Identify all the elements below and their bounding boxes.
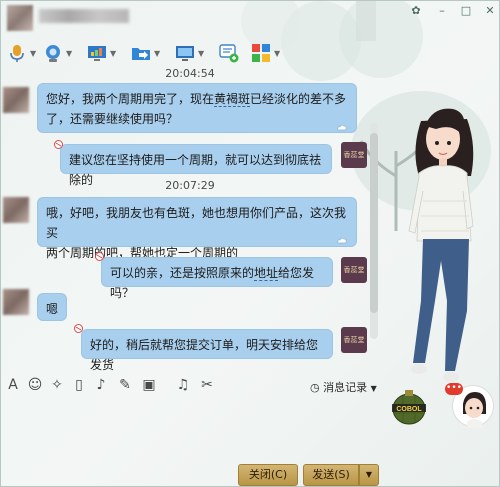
top-toolbar: ▼ ▼ ▼ ▼ ▼ ▼: [1, 39, 371, 67]
chevron-down-icon: ▼: [370, 384, 377, 393]
microphone-icon: [10, 45, 24, 62]
message-timestamp: 20:07:29: [165, 179, 215, 192]
message-history-label: 消息记录: [323, 381, 368, 394]
cobol-label: COBOL: [396, 406, 422, 413]
screen-share-button[interactable]: ▼: [87, 41, 116, 65]
voice-icon[interactable]: ♪: [93, 377, 109, 393]
shop-message: 建议您在坚持使用一个周期，就可以达到彻底祛除的: [60, 144, 332, 187]
message-keyword: 地址: [254, 266, 279, 281]
remote-desktop-icon: [176, 46, 194, 61]
edit-icon[interactable]: ✎: [117, 377, 133, 393]
message-keyword: 黄褐斑: [214, 92, 251, 107]
shop-avatar[interactable]: 香蕊堂: [341, 327, 367, 353]
contact-name: [39, 9, 129, 23]
input-toolbar: A ☺ ✧ ▯ ♪ ✎ ▣ ♫ ✂ ◷ 消息记录 ▼: [1, 371, 379, 401]
emoji-icon[interactable]: ☺: [27, 377, 43, 393]
chevron-down-icon[interactable]: ▼: [154, 49, 160, 58]
chevron-down-icon[interactable]: ▼: [30, 49, 36, 58]
shop-avatar[interactable]: 香蕊堂: [341, 142, 367, 168]
ribbon-sticker-icon: [95, 252, 104, 261]
chevron-down-icon[interactable]: ▼: [274, 49, 280, 58]
message-text: 好的，稍后就帮您提交订单，明天安排给您发货: [90, 338, 319, 372]
chevron-down-icon[interactable]: ▼: [198, 49, 204, 58]
font-icon[interactable]: A: [5, 377, 21, 393]
message-text: 已经淡化的差不多: [250, 92, 347, 106]
folder-transfer-icon: [132, 48, 150, 60]
image-icon[interactable]: ▣: [141, 377, 157, 393]
customer-avatar[interactable]: [3, 87, 29, 113]
apps-icon: [252, 44, 270, 62]
shop-message: 可以的亲，还是按照原来的地址给您发吗？: [101, 257, 333, 300]
chat-window: ✿ – □ ✕ ▼ ▼ ▼ ▼ ▼ ▼ 20:04:54 您好，我两个周期用完了…: [0, 0, 500, 487]
send-button[interactable]: 发送(S): [303, 464, 359, 486]
clock-icon: ◷: [310, 381, 320, 394]
cloud-sticker-icon: [337, 124, 347, 131]
customer-message: 哦，好吧，我朋友也有色斑，她也想用你们产品，这次我买 两个周期的吧，帮她也定一个…: [37, 197, 357, 260]
shop-avatar[interactable]: 香蕊堂: [341, 257, 367, 283]
camera-icon: [46, 45, 60, 62]
message-text: 了，还需要继续使用吗？: [46, 112, 179, 126]
apps-button[interactable]: ▼: [251, 41, 280, 65]
magic-wand-icon[interactable]: ✧: [49, 377, 65, 393]
chat-message-area[interactable]: 20:04:54 您好，我两个周期用完了，现在黄褐斑已经淡化的差不多 了，还需要…: [1, 67, 379, 372]
customer-avatar[interactable]: [3, 197, 29, 223]
group-chat-button[interactable]: [219, 41, 239, 65]
chat-scrollbar[interactable]: [370, 123, 378, 339]
message-text: 可以的亲，还是按照原来的: [110, 266, 255, 280]
screen-share-icon: [88, 46, 106, 61]
shop-message: 好的，稍后就帮您提交订单，明天安排给您发货: [81, 329, 333, 372]
shake-icon[interactable]: ▯: [71, 377, 87, 393]
remote-assist-button[interactable]: ▼: [175, 41, 204, 65]
chevron-down-icon[interactable]: ▼: [110, 49, 116, 58]
ribbon-sticker-icon: [74, 324, 83, 333]
music-icon[interactable]: ♫: [175, 377, 191, 393]
voice-call-button[interactable]: ▼: [7, 41, 36, 65]
close-button[interactable]: 关闭(C): [238, 464, 298, 486]
add-chat-icon: [219, 44, 239, 63]
customer-message: 嗯: [37, 293, 67, 321]
message-input[interactable]: [1, 401, 379, 457]
notification-badge[interactable]: •••: [445, 383, 463, 395]
message-text: 嗯: [46, 302, 59, 316]
screenshot-scissors-icon[interactable]: ✂: [199, 377, 215, 393]
ribbon-sticker-icon: [54, 140, 63, 149]
chat-scrollbar-thumb[interactable]: [370, 133, 378, 313]
customer-message: 您好，我两个周期用完了，现在黄褐斑已经淡化的差不多 了，还需要继续使用吗？: [37, 83, 357, 133]
customer-avatar[interactable]: [3, 289, 29, 315]
send-options-dropdown[interactable]: ▼: [359, 464, 379, 486]
contact-avatar[interactable]: [7, 5, 33, 31]
chevron-down-icon[interactable]: ▼: [66, 49, 72, 58]
file-transfer-button[interactable]: ▼: [131, 41, 160, 65]
message-history-button[interactable]: ◷ 消息记录 ▼: [310, 379, 377, 395]
message-text: 哦，好吧，我朋友也有色斑，她也想用你们产品，这次我买: [46, 206, 347, 240]
cobol-badge-icon[interactable]: COBOL: [389, 387, 429, 427]
video-call-button[interactable]: ▼: [43, 41, 72, 65]
message-text: 您好，我两个周期用完了，现在: [46, 92, 215, 106]
message-timestamp: 20:04:54: [165, 67, 215, 80]
cloud-sticker-icon: [337, 237, 347, 244]
